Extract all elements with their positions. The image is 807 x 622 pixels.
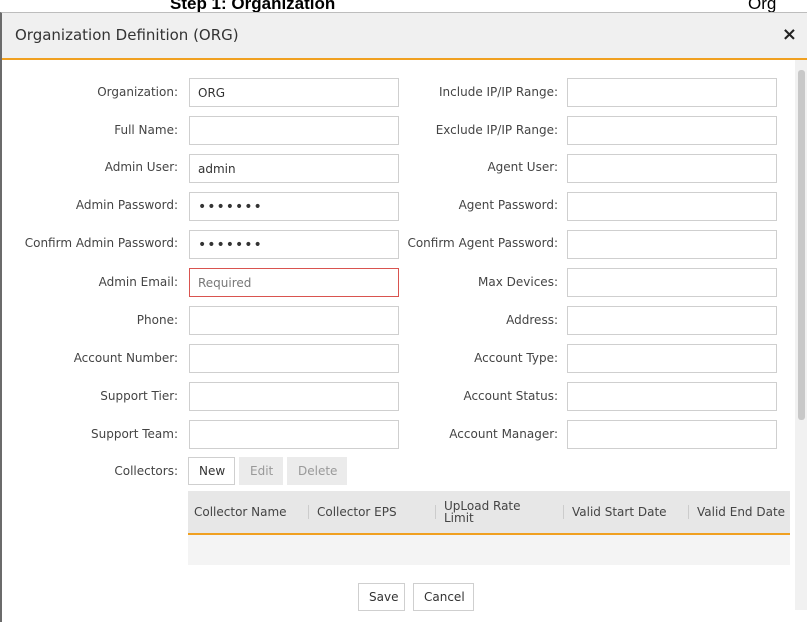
column-valid-start-date[interactable]: Valid Start Date: [563, 491, 667, 533]
new-collector-button[interactable]: New: [188, 457, 235, 485]
column-valid-end-date-label: Valid End Date: [697, 505, 786, 519]
label-max-devices: Max Devices:: [478, 275, 558, 289]
include-ip-input[interactable]: [567, 78, 777, 107]
confirm-agent-password-input[interactable]: [567, 230, 777, 259]
column-collector-eps-label: Collector EPS: [317, 505, 397, 519]
edit-collector-button[interactable]: Edit: [239, 457, 283, 485]
label-include-ip: Include IP/IP Range:: [439, 85, 558, 99]
collectors-grid-body: [188, 535, 790, 565]
account-status-input[interactable]: [567, 382, 777, 411]
label-account-status: Account Status:: [463, 389, 558, 403]
max-devices-input[interactable]: [567, 268, 777, 297]
label-exclude-ip: Exclude IP/IP Range:: [435, 123, 558, 137]
column-collector-name-label: Collector Name: [194, 505, 287, 519]
column-valid-end-date[interactable]: Valid End Date: [688, 491, 785, 533]
agent-password-input[interactable]: [567, 192, 777, 221]
column-collector-eps[interactable]: Collector EPS: [308, 491, 397, 533]
column-collector-name[interactable]: Collector Name: [194, 491, 287, 533]
label-agent-user: Agent User:: [487, 160, 558, 174]
account-type-input[interactable]: [567, 344, 777, 373]
address-input[interactable]: [567, 306, 777, 335]
column-separator: [563, 505, 564, 519]
label-collectors: Collectors:: [114, 464, 178, 478]
column-separator: [435, 505, 436, 519]
agent-user-input[interactable]: [567, 154, 777, 183]
dialog-title: Organization Definition (ORG): [15, 26, 239, 44]
account-manager-input[interactable]: [567, 420, 777, 449]
column-separator: [688, 505, 689, 519]
column-separator: [308, 505, 309, 519]
label-confirm-agent-password: Confirm Agent Password:: [407, 236, 558, 250]
save-button[interactable]: Save: [358, 583, 405, 611]
cancel-button[interactable]: Cancel: [413, 583, 474, 611]
background-strip: Step 1: Organization Org: [0, 0, 807, 13]
label-account-type: Account Type:: [474, 351, 558, 365]
label-account-manager: Account Manager:: [449, 427, 558, 441]
exclude-ip-input[interactable]: [567, 116, 777, 145]
close-icon[interactable]: ×: [782, 24, 797, 45]
label-agent-password: Agent Password:: [458, 198, 558, 212]
column-upload-rate-limit-label: UpLoad Rate Limit: [444, 499, 521, 525]
delete-collector-button[interactable]: Delete: [287, 457, 347, 485]
collectors-grid-header: Collector Name Collector EPS UpLoad Rate…: [188, 491, 790, 535]
label-address: Address:: [506, 313, 558, 327]
column-valid-start-date-label: Valid Start Date: [572, 505, 667, 519]
scrollbar-thumb[interactable]: [798, 70, 805, 420]
column-upload-rate-limit[interactable]: UpLoad Rate Limit: [435, 491, 555, 533]
dialog-header: Organization Definition (ORG) ×: [2, 13, 807, 60]
